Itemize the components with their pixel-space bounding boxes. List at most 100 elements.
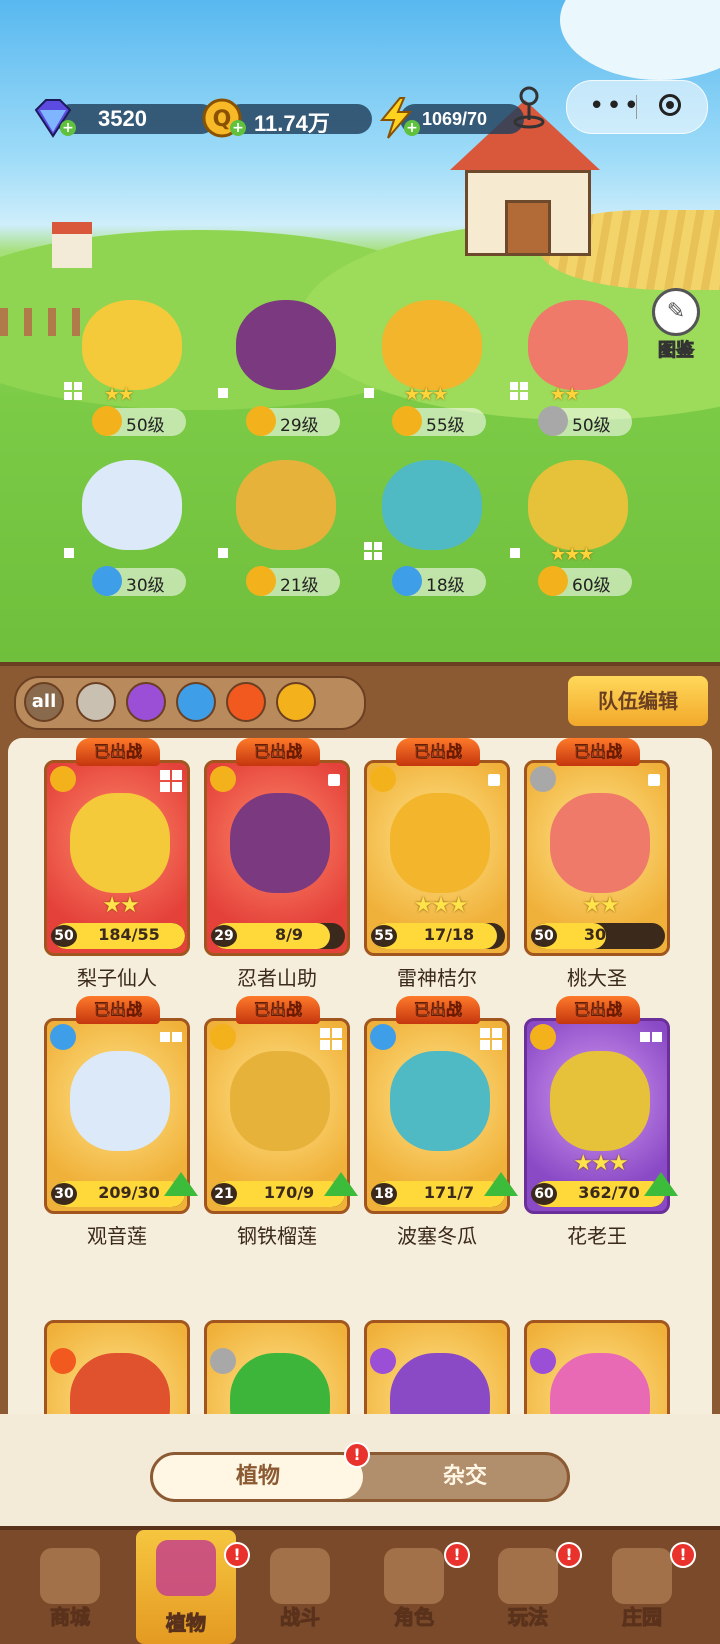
card-name: 桃大圣 xyxy=(567,966,627,990)
lightning-icon xyxy=(246,406,276,436)
distant-house xyxy=(52,222,92,268)
deployed-tag: 已出战 xyxy=(236,738,320,766)
nav-plants[interactable]: 植物 xyxy=(136,1530,236,1644)
plants-icon xyxy=(156,1540,216,1596)
slot-icon xyxy=(364,542,382,560)
unit-level-badge: 21级 xyxy=(246,566,340,596)
nav-battle[interactable]: 战斗 xyxy=(250,1538,350,1638)
unit-level-badge: 60级 xyxy=(538,566,632,596)
card-progress: 17/18 xyxy=(423,925,475,944)
slot-icon xyxy=(510,382,528,400)
unit-level: 55级 xyxy=(426,416,465,436)
gems-counter[interactable]: + 3520 xyxy=(30,96,216,138)
atlas-button[interactable]: ✎ 图鉴 xyxy=(646,288,706,362)
filter-potion-button[interactable] xyxy=(126,682,166,722)
nav-label: 植物 xyxy=(166,1611,207,1636)
filter-fire-button[interactable] xyxy=(226,682,266,722)
plant-sprite xyxy=(236,300,336,390)
svg-text:Q: Q xyxy=(213,107,232,132)
manor-icon xyxy=(612,1548,672,1604)
unit-level: 50级 xyxy=(572,416,611,436)
upgrade-arrow-icon[interactable] xyxy=(484,1172,518,1196)
cloud xyxy=(560,0,720,80)
slot-icon xyxy=(218,388,228,398)
deployed-tag: 已出战 xyxy=(556,996,640,1024)
plant-sprite xyxy=(382,300,482,390)
unit-level-badge: 30级 xyxy=(92,566,186,596)
atlas-icon: ✎ xyxy=(652,288,700,336)
bottom-nav: 商城 植物 战斗 角色 玩法 庄园 xyxy=(0,1526,720,1644)
slot-icon xyxy=(64,548,74,558)
nav-label: 商城 xyxy=(50,1605,91,1630)
unit-level-badge: 29级 xyxy=(246,406,340,436)
tab-hybrid[interactable]: 杂交 xyxy=(363,1455,567,1499)
sword-icon xyxy=(210,1348,236,1374)
slot-icon xyxy=(640,1032,662,1044)
card-level: 50 xyxy=(51,925,77,947)
field-unit[interactable]: ★★ 50级 xyxy=(498,300,648,450)
field-unit[interactable]: ★★ 50级 xyxy=(52,300,202,450)
card-name: 花老王 xyxy=(567,1224,627,1248)
deployed-tag: 已出战 xyxy=(76,996,160,1024)
alert-badge-icon: ! xyxy=(224,1542,250,1568)
filter-all-button[interactable]: all xyxy=(24,682,64,722)
card-level: 50 xyxy=(531,925,557,947)
slot-icon xyxy=(64,382,82,400)
unit-level-badge: 50级 xyxy=(92,406,186,436)
more-icon[interactable]: ••• xyxy=(589,91,641,121)
card-name: 忍者山助 xyxy=(237,966,317,990)
slot-icon xyxy=(488,774,500,786)
slot-icon xyxy=(648,774,660,786)
team-edit-button[interactable]: 队伍编辑 xyxy=(566,674,710,728)
plant-portrait xyxy=(390,793,490,893)
field-unit[interactable]: ★★★ 55级 xyxy=(352,300,502,450)
coins-value: 11.74万 xyxy=(254,111,330,136)
card-name: 雷神桔尔 xyxy=(397,966,477,990)
plant-portrait xyxy=(70,1051,170,1151)
field-unit[interactable]: 18级 xyxy=(352,460,502,610)
upgrade-arrow-icon[interactable] xyxy=(164,1172,198,1196)
upgrade-arrow-icon[interactable] xyxy=(644,1172,678,1196)
field-unit[interactable]: 29级 xyxy=(206,300,356,450)
slot-icon xyxy=(480,1028,502,1050)
plant-portrait xyxy=(230,793,330,893)
card-stars: ★★ xyxy=(582,893,619,918)
add-coins-icon[interactable]: + xyxy=(230,120,246,136)
lightning-icon xyxy=(538,566,568,596)
field-unit[interactable]: 30级 xyxy=(52,460,202,610)
card-name: 观音莲 xyxy=(87,1224,147,1248)
card-stars: ★★ xyxy=(102,893,139,918)
gameplay-icon xyxy=(498,1548,558,1604)
slot-icon xyxy=(364,388,374,398)
filter-lightning-button[interactable] xyxy=(276,682,316,722)
potion-icon xyxy=(530,1348,556,1374)
upgrade-arrow-icon[interactable] xyxy=(324,1172,358,1196)
field-unit[interactable]: ★★★ 60级 xyxy=(498,460,648,610)
add-gems-icon[interactable]: + xyxy=(60,120,76,136)
coins-counter[interactable]: Q + 11.74万 xyxy=(200,96,372,138)
plant-portrait xyxy=(70,793,170,893)
filter-water-button[interactable] xyxy=(176,682,216,722)
energy-counter[interactable]: + 1069/70 xyxy=(374,96,524,139)
atlas-label: 图鉴 xyxy=(658,340,695,362)
character-icon xyxy=(384,1548,444,1604)
joystick-icon[interactable] xyxy=(512,82,546,132)
nav-shop[interactable]: 商城 xyxy=(20,1538,120,1638)
filter-bar: all 队伍编辑 xyxy=(0,662,720,738)
field-unit[interactable]: 21级 xyxy=(206,460,356,610)
tab-plants[interactable]: 植物 xyxy=(153,1455,363,1499)
close-target-icon[interactable] xyxy=(659,94,681,116)
unit-level: 60级 xyxy=(572,576,611,596)
add-energy-icon[interactable]: + xyxy=(404,120,420,136)
lightning-icon xyxy=(92,406,122,436)
plant-portrait xyxy=(550,793,650,893)
filter-sword-button[interactable] xyxy=(76,682,116,722)
unit-level: 18级 xyxy=(426,576,465,596)
slot-icon xyxy=(320,1028,342,1050)
plant-grid[interactable]: ★★ 50 184/55 已出战 梨子仙人 29 8/9 已出战 忍者山助 ★★★ 55 17/18 已… xyxy=(8,738,712,1414)
unit-level-badge: 50级 xyxy=(538,406,632,436)
potion-icon xyxy=(370,1348,396,1374)
energy-value: 1069/70 xyxy=(422,109,488,129)
plant-sprite xyxy=(236,460,336,550)
battle-field-scene: + 3520 Q + 11.74万 + 1069/70 ••• ✎ 图鉴 ★★ 5… xyxy=(0,0,720,662)
